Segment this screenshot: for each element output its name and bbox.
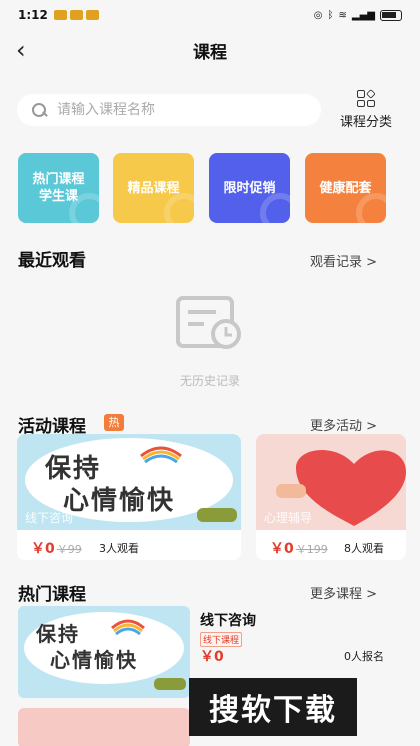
activity-card-image: 保持 心情愉快 线下咨询 xyxy=(17,434,241,530)
hot-course-title: 线下咨询 xyxy=(200,613,256,629)
hot-section-title: 热门课程 xyxy=(18,585,86,605)
activity-card[interactable]: 心理辅导 ￥0 ￥199 8人观看 xyxy=(256,434,406,560)
image-text-line1: 保持 xyxy=(36,622,80,646)
wifi-icon: ≋ xyxy=(338,9,347,21)
bluetooth-icon: ᛒ xyxy=(327,9,334,21)
card-views: 8人观看 xyxy=(344,542,384,555)
status-icons: ◎ ᛒ ≋ ▂▄▆ xyxy=(313,9,402,21)
search-bar[interactable] xyxy=(17,94,321,126)
hot-course-price: ￥0 xyxy=(200,649,224,665)
nfc-icon: ◎ xyxy=(313,9,323,21)
battery-icon xyxy=(380,9,402,21)
card-price: ￥0 ￥199 xyxy=(270,541,328,557)
course-category-button[interactable]: 课程分类 xyxy=(330,89,402,130)
recent-section-title: 最近观看 xyxy=(18,251,86,271)
feature-limited-sale[interactable]: 限时促销 xyxy=(209,153,290,223)
watermark: 搜软下载 xyxy=(189,678,357,736)
activity-card[interactable]: 保持 心情愉快 线下咨询 ￥0 ￥99 3人观看 xyxy=(17,434,241,560)
card-original-price: ￥99 xyxy=(56,543,82,556)
watch-history-link[interactable]: 观看记录 > xyxy=(310,251,377,270)
image-caption: 心理辅导 xyxy=(264,511,313,525)
feature-hot-courses[interactable]: 热门课程 学生课 xyxy=(18,153,99,223)
feature-label: 限时促销 xyxy=(223,180,276,196)
search-input[interactable] xyxy=(57,102,297,118)
category-grid-icon xyxy=(357,89,376,107)
hot-badge: 热 xyxy=(104,414,124,431)
image-text-line2: 心情愉快 xyxy=(50,648,138,672)
page-title: 课程 xyxy=(193,42,227,63)
feature-label: 健康配套 xyxy=(319,180,372,196)
image-caption: 线下咨询 xyxy=(25,511,74,525)
feature-health-package[interactable]: 健康配套 xyxy=(305,153,386,223)
status-bar: 1:12 ◎ ᛒ ≋ ▂▄▆ xyxy=(0,0,420,30)
notification-icon xyxy=(85,10,99,20)
hot-course-enroll-count: 0人报名 xyxy=(344,650,384,663)
category-label: 课程分类 xyxy=(339,115,392,130)
status-time: 1:12 xyxy=(18,8,48,22)
empty-history-icon xyxy=(176,296,241,349)
feature-label: 精品课程 xyxy=(127,180,180,196)
signal-icon: ▂▄▆ xyxy=(351,9,375,21)
card-views: 3人观看 xyxy=(99,542,139,555)
more-courses-link[interactable]: 更多课程 > xyxy=(310,583,377,602)
card-original-price: ￥199 xyxy=(295,543,328,556)
search-icon xyxy=(31,102,47,118)
notification-icon xyxy=(69,10,83,20)
back-arrow-icon[interactable]: ‹ xyxy=(16,36,40,64)
hot-course-tag: 线下课程 xyxy=(200,632,243,647)
nav-bar: ‹ 课程 xyxy=(0,30,420,70)
activity-card-image: 心理辅导 xyxy=(256,434,406,530)
card-price: ￥0 ￥99 xyxy=(31,541,82,557)
image-text-line2: 心情愉快 xyxy=(63,486,176,516)
hot-course-thumbnail xyxy=(18,708,190,746)
more-activities-link[interactable]: 更多活动 > xyxy=(310,415,377,434)
feature-premium-courses[interactable]: 精品课程 xyxy=(113,153,194,223)
hot-course-thumbnail: 保持 心情愉快 xyxy=(18,606,190,698)
notification-icon xyxy=(53,10,67,20)
empty-history-text: 无历史记录 xyxy=(179,374,240,388)
